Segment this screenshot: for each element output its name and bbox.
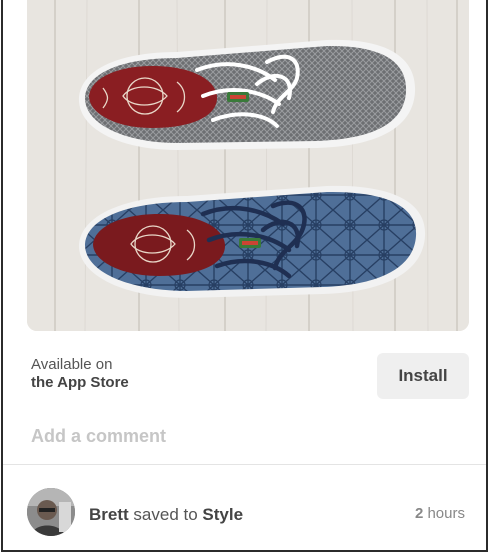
activity-row: Brett saved to Style 2 hours xyxy=(27,488,467,538)
avatar[interactable] xyxy=(27,488,75,536)
user-avatar-icon xyxy=(27,488,75,536)
install-row: Available on the App Store Install xyxy=(31,353,469,401)
app-store-label: the App Store xyxy=(31,374,129,391)
available-on-label: Available on xyxy=(31,356,113,373)
activity-action: saved to xyxy=(133,505,198,524)
timestamp: 2 hours xyxy=(415,505,465,522)
comment-input[interactable] xyxy=(31,421,451,451)
divider xyxy=(3,464,486,465)
pin-card: Available on the App Store Install Brett… xyxy=(1,0,488,552)
user-name[interactable]: Brett xyxy=(89,505,129,524)
time-unit: hours xyxy=(427,505,465,522)
activity-text: Brett saved to Style xyxy=(89,505,243,525)
shoe-photo-icon xyxy=(27,0,469,331)
time-value: 2 xyxy=(414,505,424,522)
pin-image[interactable] xyxy=(27,0,469,331)
install-button[interactable]: Install xyxy=(377,353,469,399)
board-name[interactable]: Style xyxy=(202,505,243,524)
